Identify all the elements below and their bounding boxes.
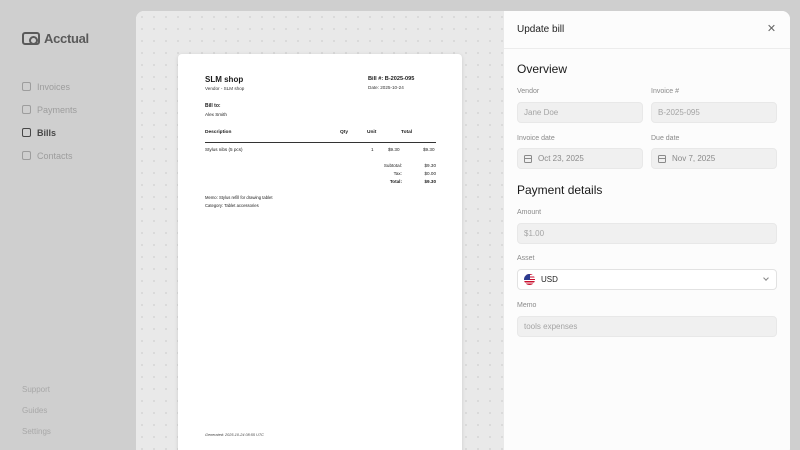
nav-item-guides[interactable]: Guides	[22, 400, 51, 421]
main-nav: Invoices Payments Bills Contacts	[22, 75, 77, 167]
nav-label: Invoices	[37, 81, 71, 92]
bill-preview-pane: SLM shop Vendor - SLM shop Bill #: B-202…	[136, 11, 504, 450]
contacts-icon	[22, 151, 31, 160]
doc-memo: Memo: Stylus refill for drawing tablet	[205, 195, 273, 200]
doc-tax-value: $0.00	[424, 171, 437, 176]
doc-line-unit: $9.30	[388, 147, 400, 152]
asset-value: USD	[541, 275, 558, 284]
bill-document: SLM shop Vendor - SLM shop Bill #: B-202…	[178, 54, 462, 450]
us-flag-icon	[524, 274, 535, 285]
nav-item-settings[interactable]: Settings	[22, 421, 51, 442]
doc-line-total: $9.30	[423, 147, 435, 152]
doc-tax-label: Tax:	[393, 171, 402, 176]
doc-header-unit: Unit	[367, 130, 377, 135]
memo-input[interactable]: tools expenses	[517, 316, 777, 337]
due-date-label: Due date	[651, 135, 680, 142]
invoice-number-placeholder: B-2025-095	[658, 108, 700, 117]
modal-title: Update bill	[517, 24, 565, 35]
overview-heading: Overview	[517, 62, 568, 76]
invoice-date-picker[interactable]: Oct 23, 2025	[517, 148, 643, 169]
doc-header-description: Description	[205, 130, 232, 135]
form-header: Update bill ✕	[504, 11, 790, 49]
nav-label: Contacts	[37, 150, 73, 161]
doc-subtotal-value: $9.30	[424, 163, 437, 168]
invoice-icon	[22, 82, 31, 91]
secondary-nav: Support Guides Settings	[22, 379, 51, 442]
doc-bill-to-label: Bill to:	[205, 103, 221, 109]
nav-item-contacts[interactable]: Contacts	[22, 144, 77, 167]
nav-item-bills[interactable]: Bills	[22, 121, 77, 144]
nav-label: Support	[22, 385, 51, 394]
nav-label: Bills	[37, 127, 57, 138]
calendar-icon	[524, 154, 532, 163]
memo-placeholder: tools expenses	[524, 322, 578, 331]
amount-placeholder: $1.00	[524, 229, 545, 238]
nav-label: Guides	[22, 406, 48, 415]
doc-total-value: $9.30	[424, 179, 437, 184]
doc-category: Category: Tablet accessories	[205, 203, 259, 208]
nav-item-invoices[interactable]: Invoices	[22, 75, 77, 98]
memo-label: Memo	[517, 302, 537, 309]
doc-total-label: Total:	[389, 179, 402, 184]
payment-icon	[22, 105, 31, 114]
doc-divider	[205, 142, 436, 143]
doc-bill-to-name: Alex Smith	[205, 112, 227, 117]
vendor-input[interactable]: Jane Doe	[517, 102, 643, 123]
app-sidebar: Acctual Invoices Payments Bills Contacts…	[0, 0, 136, 450]
doc-bill-number: Bill #: B-2025-095	[368, 76, 415, 82]
vendor-placeholder: Jane Doe	[524, 108, 559, 117]
asset-select[interactable]: USD	[517, 269, 777, 290]
doc-generated: Generated: 2025-10-24 08:55 UTC	[205, 433, 264, 437]
invoice-number-input[interactable]: B-2025-095	[651, 102, 777, 123]
doc-line-qty: 1	[371, 147, 374, 152]
doc-vendor-name: SLM shop	[205, 75, 244, 84]
close-icon[interactable]: ✕	[766, 24, 777, 35]
nav-item-payments[interactable]: Payments	[22, 98, 77, 121]
app-logo: Acctual	[22, 31, 89, 46]
asset-label: Asset	[517, 255, 535, 262]
vendor-label: Vendor	[517, 88, 540, 95]
doc-vendor-line: Vendor - SLM shop	[205, 86, 245, 91]
due-date-picker[interactable]: Nov 7, 2025	[651, 148, 777, 169]
logo-icon	[22, 32, 40, 45]
amount-input[interactable]: $1.00	[517, 223, 777, 244]
nav-label: Payments	[37, 104, 78, 115]
doc-subtotal-label: Subtotal:	[383, 163, 402, 168]
bill-icon	[22, 128, 31, 137]
doc-header-qty: Qty	[340, 130, 348, 135]
calendar-icon	[658, 154, 666, 163]
amount-label: Amount	[517, 209, 542, 216]
invoice-date-value: Oct 23, 2025	[538, 154, 584, 163]
chevron-down-icon	[763, 275, 769, 281]
doc-line-description: Stylus nibs (5 pcs)	[205, 147, 243, 152]
update-bill-modal: SLM shop Vendor - SLM shop Bill #: B-202…	[136, 11, 790, 450]
invoice-date-label: Invoice date	[517, 135, 555, 142]
logo-text: Acctual	[44, 31, 89, 46]
doc-header-total: Total	[401, 130, 413, 135]
nav-label: Settings	[22, 427, 51, 436]
update-bill-form: Update bill ✕ Overview Vendor Jane Doe I…	[504, 11, 790, 450]
doc-date: Date: 2025-10-24	[368, 85, 404, 90]
payment-details-heading: Payment details	[517, 183, 603, 197]
invoice-number-label: Invoice #	[651, 88, 680, 95]
due-date-value: Nov 7, 2025	[672, 154, 716, 163]
nav-item-support[interactable]: Support	[22, 379, 51, 400]
